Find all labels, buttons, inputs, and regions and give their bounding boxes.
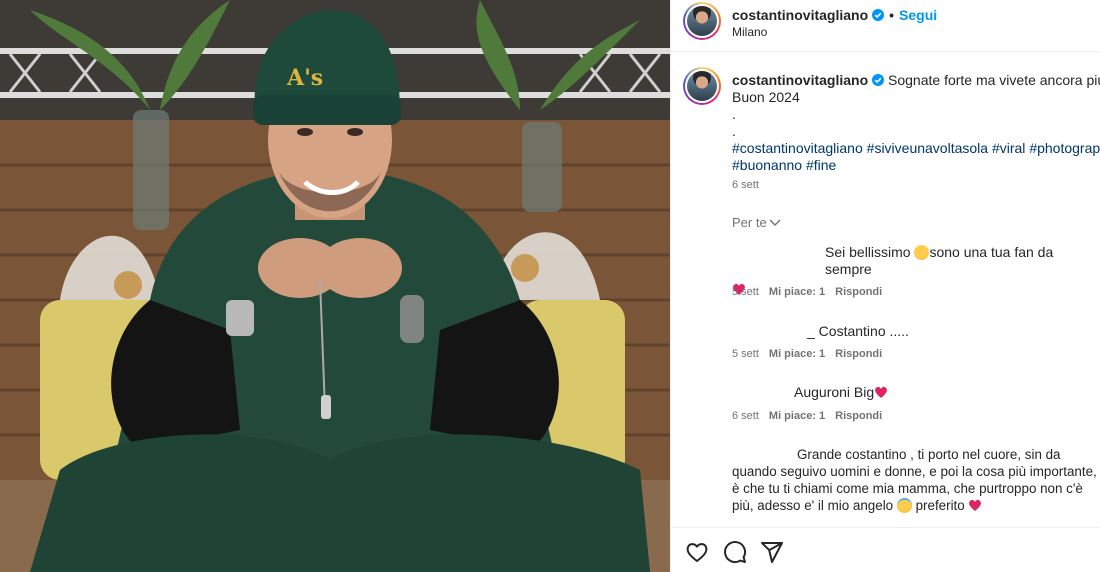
hashtag-link[interactable]: #fine: [806, 157, 836, 173]
comment-filter-label: Per te: [732, 215, 767, 230]
comment-likes[interactable]: Mi piace: 1: [769, 286, 825, 298]
comment-timestamp[interactable]: 5 sett: [732, 348, 759, 360]
hashtag-link[interactable]: #buonanno: [732, 157, 802, 173]
post-photo[interactable]: A's: [0, 0, 670, 572]
heart-outline-icon[interactable]: [685, 540, 709, 564]
comment-likes[interactable]: Mi piace: 1: [769, 348, 825, 360]
heart-eyes-emoji: [914, 245, 930, 260]
paper-plane-icon[interactable]: [760, 540, 784, 564]
comment-text: _ Costantino .....: [807, 323, 909, 339]
post-dialog: A's costantinovitagliano •Segui Milano: [0, 0, 1100, 572]
caption-dot: .: [732, 106, 736, 122]
verified-badge-icon: [872, 74, 885, 86]
author-username-link[interactable]: costantinovitagliano: [732, 7, 868, 23]
verified-badge-icon: [872, 9, 885, 21]
post-header: costantinovitagliano • Segui Milano: [671, 0, 1100, 52]
comment-timestamp[interactable]: 5 sett: [732, 286, 759, 298]
comment-meta: 5 sett Mi piace: 1 Rispondi: [732, 348, 892, 360]
post-photo-illustration: A's: [0, 0, 670, 572]
caption-timestamp[interactable]: 6 sett: [732, 179, 759, 191]
comment-timestamp[interactable]: 6 sett: [732, 410, 759, 422]
comment-text: Sei bellissimo: [825, 244, 911, 260]
post-side-panel: costantinovitagliano • Segui Milano costan…: [670, 0, 1100, 572]
author-line: costantinovitagliano • Segui: [732, 7, 937, 23]
comment-meta: 5 sett Mi piace: 1 Rispondi: [732, 286, 892, 298]
post-action-bar: [671, 527, 1100, 572]
hashtag-link[interactable]: #photography: [1029, 140, 1100, 156]
comment-text: quando seguivo uomini e donne, e poi la …: [732, 464, 1097, 479]
comment-text: Grande costantino , ti porto nel cuore, …: [797, 447, 1061, 462]
hashtag-row: #costantinovitagliano #siviveunavoltasol…: [732, 140, 1100, 157]
reply-button[interactable]: Rispondi: [835, 286, 882, 298]
hashtag-link[interactable]: #viral: [992, 140, 1025, 156]
comment-item: _ Costantino .....: [732, 323, 1100, 340]
caption-author-avatar[interactable]: [683, 67, 721, 105]
comment-item: Grande costantino , ti porto nel cuore, …: [732, 446, 1100, 514]
hashtag-row: #buonanno #fine: [732, 157, 1100, 174]
comment-likes[interactable]: Mi piace: 1: [769, 410, 825, 422]
red-heart-emoji: [875, 386, 888, 398]
caption-text-line2: Buon 2024: [732, 89, 800, 105]
reply-button[interactable]: Rispondi: [835, 348, 882, 360]
follow-button[interactable]: Segui: [899, 7, 937, 23]
reply-button[interactable]: Rispondi: [835, 410, 882, 422]
author-avatar[interactable]: [683, 2, 721, 40]
comment-text: è che tu ti chiami come mia mamma, che p…: [732, 481, 1083, 496]
comment-meta: 6 sett Mi piace: 1 Rispondi: [732, 410, 892, 422]
red-heart-emoji: [969, 499, 982, 511]
comment-text: più, adesso e' il mio angelo: [732, 498, 894, 513]
post-caption: costantinovitagliano Sognate forte ma vi…: [732, 72, 1100, 174]
hashtag-link[interactable]: #siviveunavoltasola: [867, 140, 988, 156]
angel-smile-emoji: [896, 498, 912, 513]
caption-text-line1: Sognate forte ma vivete ancora più fort: [888, 72, 1100, 88]
follow-separator: •: [889, 7, 895, 23]
svg-text:A's: A's: [286, 65, 323, 91]
comment-item: Auguroni Big: [732, 384, 1100, 401]
comment-bubble-icon[interactable]: [723, 540, 747, 564]
comment-filter-dropdown[interactable]: Per te: [732, 215, 781, 230]
hashtag-link[interactable]: #costantinovitagliano: [732, 140, 863, 156]
chevron-down-icon: [769, 219, 781, 226]
caption-username-link[interactable]: costantinovitagliano: [732, 72, 868, 88]
comment-text: Auguroni Big: [794, 384, 875, 400]
caption-dot: .: [732, 123, 736, 139]
post-location[interactable]: Milano: [732, 25, 767, 39]
comment-text: preferito: [915, 498, 965, 513]
